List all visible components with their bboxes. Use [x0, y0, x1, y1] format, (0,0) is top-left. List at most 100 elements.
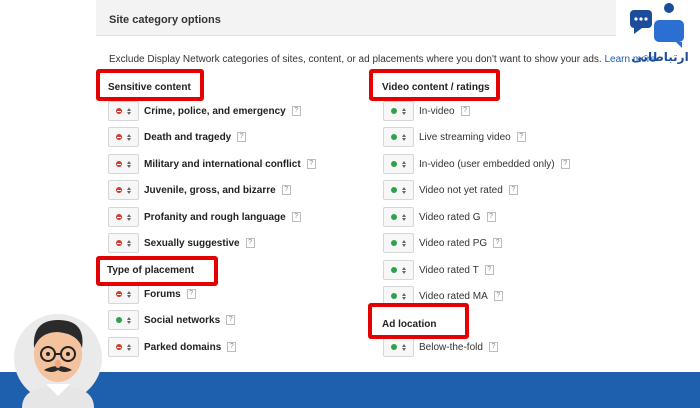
help-icon[interactable]: ?: [226, 315, 236, 325]
category-label: Video rated T: [419, 264, 479, 276]
help-icon[interactable]: ?: [227, 342, 237, 352]
up-down-arrows-icon: [401, 160, 407, 168]
help-icon[interactable]: ?: [493, 291, 503, 301]
up-down-arrows-icon: [126, 343, 132, 351]
include-toggle[interactable]: [383, 260, 414, 280]
up-down-arrows-icon: [126, 239, 132, 247]
include-toggle[interactable]: [383, 101, 414, 121]
included-status-icon: [390, 293, 397, 299]
cartoon-man-avatar-icon: [14, 314, 102, 408]
category-label: In-video: [419, 105, 455, 117]
exclude-toggle[interactable]: [108, 101, 139, 121]
help-icon[interactable]: ?: [560, 159, 570, 169]
excluded-status-icon: [115, 108, 122, 114]
category-row: Video rated T?: [383, 260, 494, 280]
include-toggle[interactable]: [383, 127, 414, 147]
panel-header: Site category options: [96, 0, 616, 36]
brand-logo-text: ارتباطاتی: [631, 50, 689, 64]
category-label: Death and tragedy: [144, 131, 232, 143]
include-toggle[interactable]: [383, 154, 414, 174]
category-label: Video rated PG: [419, 237, 488, 249]
category-label: Parked domains: [144, 341, 222, 353]
panel-description: Exclude Display Network categories of si…: [109, 54, 656, 65]
category-row: Below-the-fold?: [383, 337, 498, 357]
up-down-arrows-icon: [126, 186, 132, 194]
section-title-ad-location: Ad location: [382, 319, 437, 330]
up-down-arrows-icon: [401, 343, 407, 351]
up-down-arrows-icon: [126, 316, 132, 324]
up-down-arrows-icon: [126, 290, 132, 298]
exclude-toggle[interactable]: [108, 337, 139, 357]
help-icon[interactable]: ?: [486, 212, 496, 222]
category-label: Below-the-fold: [419, 341, 483, 353]
help-icon[interactable]: ?: [186, 289, 196, 299]
include-toggle[interactable]: [383, 233, 414, 253]
section-title-video-content: Video content / ratings: [382, 82, 490, 93]
excluded-status-icon: [115, 291, 122, 297]
exclude-toggle[interactable]: [108, 207, 139, 227]
included-status-icon: [390, 108, 397, 114]
category-label: Sexually suggestive: [144, 237, 240, 249]
category-label: Social networks: [144, 314, 221, 326]
panel-title: Site category options: [109, 14, 221, 26]
include-toggle[interactable]: [383, 337, 414, 357]
category-row: Parked domains?: [108, 337, 237, 357]
help-icon[interactable]: ?: [460, 106, 470, 116]
excluded-status-icon: [115, 161, 122, 167]
include-toggle[interactable]: [108, 310, 139, 330]
up-down-arrows-icon: [401, 213, 407, 221]
help-icon[interactable]: ?: [306, 159, 316, 169]
category-row: Profanity and rough language?: [108, 207, 301, 227]
up-down-arrows-icon: [401, 292, 407, 300]
category-row: In-video?: [383, 101, 470, 121]
up-down-arrows-icon: [401, 107, 407, 115]
category-label: Military and international conflict: [144, 158, 301, 170]
included-status-icon: [390, 214, 397, 220]
category-row: Crime, police, and emergency?: [108, 101, 301, 121]
up-down-arrows-icon: [126, 133, 132, 141]
included-status-icon: [390, 240, 397, 246]
category-row: Video not yet rated?: [383, 180, 518, 200]
category-label: Crime, police, and emergency: [144, 105, 286, 117]
category-row: Live streaming video?: [383, 127, 526, 147]
help-icon[interactable]: ?: [281, 185, 291, 195]
excluded-status-icon: [115, 344, 122, 350]
help-icon[interactable]: ?: [493, 238, 503, 248]
category-row: Forums?: [108, 284, 196, 304]
included-status-icon: [390, 267, 397, 273]
included-status-icon: [390, 134, 397, 140]
exclude-toggle[interactable]: [108, 180, 139, 200]
help-icon[interactable]: ?: [237, 132, 247, 142]
included-status-icon: [390, 344, 397, 350]
category-row: Juvenile, gross, and bizarre?: [108, 180, 291, 200]
help-icon[interactable]: ?: [484, 265, 494, 275]
category-row: Video rated G?: [383, 207, 496, 227]
description-text: Exclude Display Network categories of si…: [109, 54, 602, 65]
category-row: In-video (user embedded only)?: [383, 154, 570, 174]
up-down-arrows-icon: [401, 186, 407, 194]
help-icon[interactable]: ?: [508, 185, 518, 195]
exclude-toggle[interactable]: [108, 127, 139, 147]
category-label: Profanity and rough language: [144, 211, 286, 223]
exclude-toggle[interactable]: [108, 233, 139, 253]
category-label: Live streaming video: [419, 131, 511, 143]
help-icon[interactable]: ?: [488, 342, 498, 352]
include-toggle[interactable]: [383, 180, 414, 200]
help-icon[interactable]: ?: [291, 212, 301, 222]
included-status-icon: [390, 187, 397, 193]
excluded-status-icon: [115, 240, 122, 246]
category-label: Juvenile, gross, and bizarre: [144, 184, 276, 196]
help-icon[interactable]: ?: [291, 106, 301, 116]
help-icon[interactable]: ?: [516, 132, 526, 142]
exclude-toggle[interactable]: [108, 154, 139, 174]
help-icon[interactable]: ?: [245, 238, 255, 248]
category-label: Forums: [144, 288, 181, 300]
exclude-toggle[interactable]: [108, 284, 139, 304]
category-row: Death and tragedy?: [108, 127, 247, 147]
category-row: Sexually suggestive?: [108, 233, 255, 253]
included-status-icon: [390, 161, 397, 167]
category-row: Video rated PG?: [383, 233, 503, 253]
include-toggle[interactable]: [383, 207, 414, 227]
category-row: Military and international conflict?: [108, 154, 316, 174]
up-down-arrows-icon: [126, 160, 132, 168]
